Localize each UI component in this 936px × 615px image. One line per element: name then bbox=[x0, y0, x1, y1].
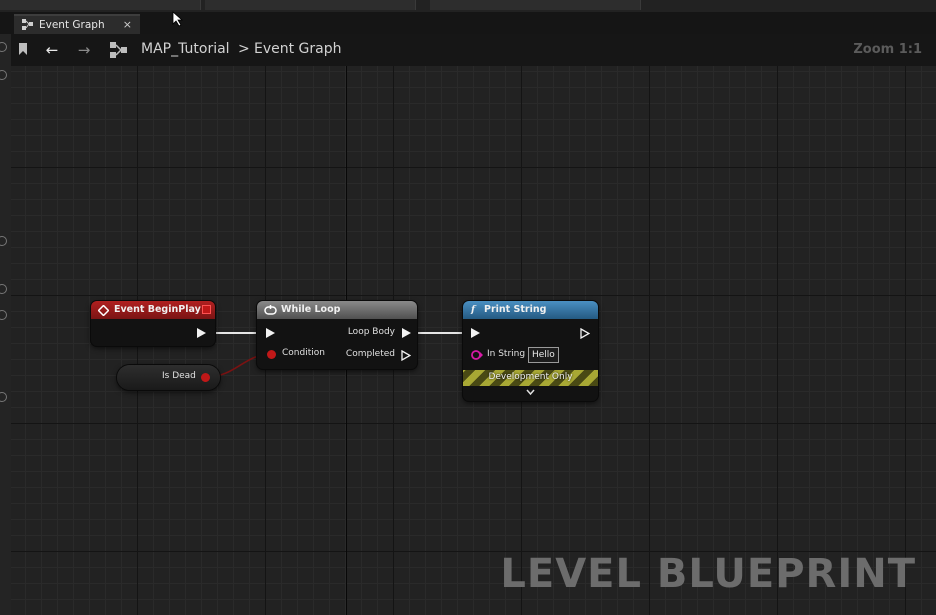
breadcrumb-map[interactable]: MAP_Tutorial bbox=[141, 41, 230, 57]
breadcrumb-separator: > bbox=[238, 41, 250, 57]
is-dead-variable-node[interactable]: Is Dead bbox=[117, 365, 220, 390]
breadcrumb-graph[interactable]: Event Graph bbox=[254, 41, 342, 57]
panel-circle-icon[interactable] bbox=[0, 42, 7, 52]
in-string-input[interactable]: Hello bbox=[528, 347, 559, 363]
panel-circle-icon[interactable] bbox=[0, 70, 7, 80]
is-dead-pin[interactable] bbox=[201, 373, 210, 382]
node-title: Print String bbox=[484, 304, 547, 315]
node-title: While Loop bbox=[281, 304, 341, 315]
node-header: f Print String bbox=[463, 301, 598, 319]
chevron-down-icon[interactable] bbox=[526, 389, 535, 396]
bookmark-icon[interactable] bbox=[17, 42, 31, 58]
exec-in-pin[interactable] bbox=[471, 328, 480, 338]
exec-in-pin[interactable] bbox=[266, 328, 275, 338]
forward-button[interactable]: → bbox=[75, 41, 93, 59]
back-button[interactable]: ← bbox=[43, 41, 61, 59]
graph-icon bbox=[22, 19, 33, 30]
condition-pin[interactable] bbox=[267, 350, 276, 359]
print-string-node[interactable]: f Print String In String Hello Developme… bbox=[463, 301, 598, 401]
panel-circle-icon[interactable] bbox=[0, 284, 7, 294]
tab-event-graph[interactable]: Event Graph × bbox=[14, 14, 140, 34]
zoom-level: Zoom 1:1 bbox=[853, 42, 922, 57]
exec-out-pin[interactable] bbox=[197, 328, 206, 338]
cursor-icon bbox=[172, 11, 184, 27]
function-icon: f bbox=[471, 304, 476, 315]
string-pin[interactable] bbox=[471, 350, 483, 360]
toolbar-group[interactable] bbox=[205, 0, 416, 10]
loop-body-label: Loop Body bbox=[347, 327, 395, 337]
completed-label: Completed bbox=[345, 349, 395, 359]
left-panel-edge bbox=[0, 34, 11, 615]
breadcrumb: ← → MAP_Tutorial > Event Graph Zoom 1:1 bbox=[11, 34, 936, 66]
in-string-label: In String bbox=[487, 349, 526, 359]
loop-icon bbox=[264, 305, 277, 315]
tab-bar: Event Graph × bbox=[0, 12, 936, 34]
panel-circle-icon[interactable] bbox=[0, 392, 7, 402]
development-only-banner: Development Only bbox=[463, 370, 598, 386]
exec-wire bbox=[214, 332, 258, 334]
toolbar-group[interactable] bbox=[0, 0, 201, 10]
watermark: LEVEL BLUEPRINT bbox=[500, 551, 916, 597]
node-header: While Loop bbox=[257, 301, 417, 319]
loop-body-pin[interactable] bbox=[402, 328, 411, 338]
is-dead-label: Is Dead bbox=[162, 371, 196, 381]
while-loop-node[interactable]: While Loop Condition Loop Body Completed bbox=[257, 301, 417, 369]
node-header: Event BeginPlay bbox=[91, 301, 215, 319]
close-icon[interactable]: × bbox=[123, 18, 132, 31]
completed-pin[interactable] bbox=[401, 350, 411, 361]
panel-circle-icon[interactable] bbox=[0, 236, 7, 246]
event-diamond-icon bbox=[98, 305, 109, 316]
exec-out-pin[interactable] bbox=[580, 328, 590, 339]
graph-icon bbox=[110, 42, 127, 58]
main-toolbar bbox=[0, 0, 936, 12]
delegate-pin-icon[interactable] bbox=[202, 305, 211, 314]
exec-wire bbox=[415, 332, 463, 334]
tab-label: Event Graph bbox=[39, 19, 105, 31]
condition-label: Condition bbox=[282, 348, 325, 358]
node-title: Event BeginPlay bbox=[114, 304, 201, 315]
event-begin-play-node[interactable]: Event BeginPlay bbox=[91, 301, 215, 346]
panel-circle-icon[interactable] bbox=[0, 310, 7, 320]
development-only-label: Development Only bbox=[488, 372, 573, 382]
toolbar-group[interactable] bbox=[430, 0, 641, 10]
